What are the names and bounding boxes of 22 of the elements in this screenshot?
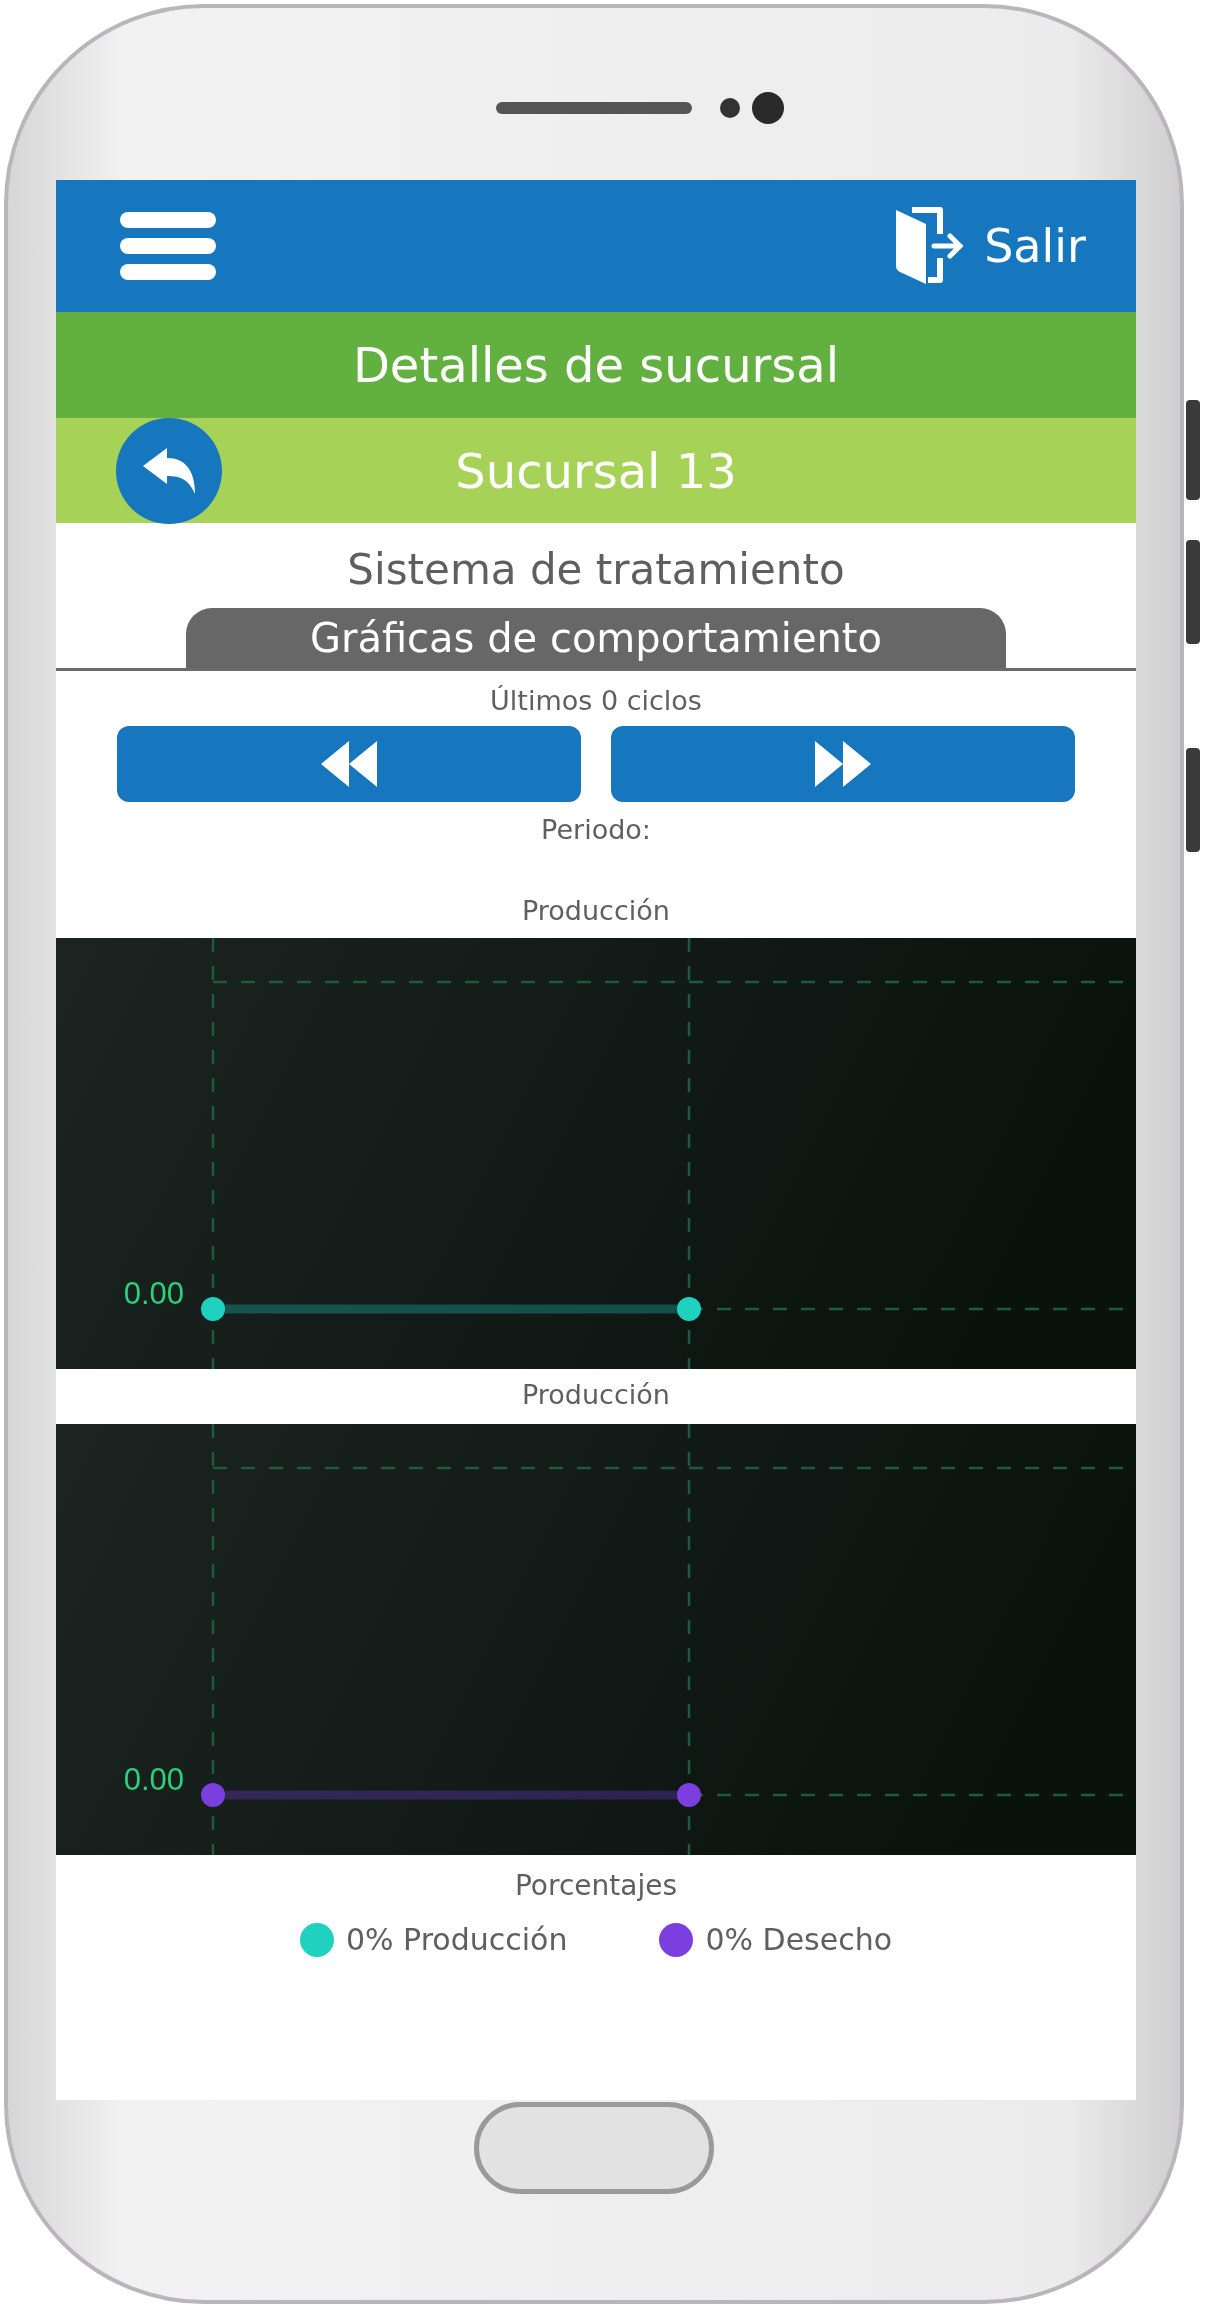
cycles-label: Últimos 0 ciclos [490,685,702,716]
chart-title: Producción [522,1379,670,1410]
period-label: Periodo: [541,814,651,845]
rewind-button[interactable] [117,726,581,802]
charts-tab[interactable]: Gráficas de comportamiento [186,608,1006,668]
reply-arrow-icon [141,446,197,496]
fast-forward-icon [815,741,871,787]
branch-name: Sucursal 13 [455,442,737,499]
chart-title: Producción [522,895,670,926]
section-title: Sistema de tratamiento [347,545,845,594]
legend-label: 0% Producción [345,1922,568,1957]
fast-forward-button[interactable] [611,726,1075,802]
rewind-icon [321,741,377,787]
legend-label: 0% Desecho [705,1922,893,1957]
data-point [677,1297,701,1321]
page-title: Detalles de sucursal [56,312,1136,418]
axis-label: 0.00 [123,1276,184,1311]
menu-icon[interactable] [120,212,216,280]
exit-button[interactable]: Salir [894,206,1086,286]
data-point [677,1783,701,1807]
axis-label: 0.00 [123,1762,184,1797]
chart-title: Porcentajes [515,1869,677,1902]
